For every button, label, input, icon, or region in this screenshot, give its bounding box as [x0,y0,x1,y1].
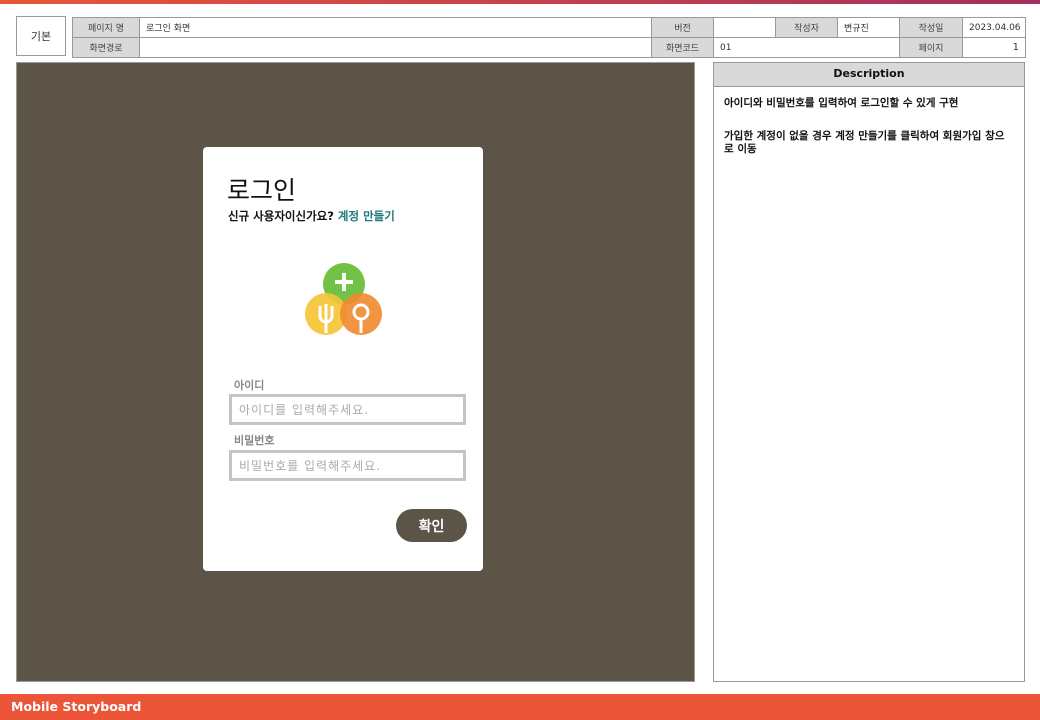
description-line: 아이디와 비밀번호를 입력하여 로그인할 수 있게 구현 [724,97,959,109]
path-label: 화면경로 [72,37,140,58]
password-label: 비밀번호 [234,434,275,447]
description-panel: Description 아이디와 비밀번호를 입력하여 로그인할 수 있게 구현… [713,62,1025,682]
id-input[interactable] [229,394,466,425]
top-accent-bar [0,0,1040,4]
page-label: 페이지 [899,37,963,58]
author-label: 작성자 [775,17,838,38]
author-value: 변규진 [837,17,900,38]
signup-row: 신규 사용자이신가요? 계정 만들기 [228,208,395,224]
page-name-label: 페이지 명 [72,17,140,38]
doc-kind: 기본 [16,16,66,56]
password-input[interactable] [229,450,466,481]
description-body: 아이디와 비밀번호를 입력하여 로그인할 수 있게 구현 가입한 계정이 없을 … [714,87,1024,186]
version-value [713,17,776,38]
page-name-value: 로그인 화면 [139,17,652,38]
mobile-screen-canvas: 로그인 신규 사용자이신가요? 계정 만들기 아이디 비밀번호 확인 [16,62,695,682]
storyboard-footer: Mobile Storyboard [0,694,1040,720]
login-card: 로그인 신규 사용자이신가요? 계정 만들기 아이디 비밀번호 확인 [203,147,483,571]
description-title: Description [714,63,1024,87]
fork-spoon-plus-logo-icon [305,263,382,335]
doc-meta-table: 페이지 명 로그인 화면 버전 작성자 변규진 작성일 2023.04.06 화… [72,17,1026,58]
confirm-button[interactable]: 확인 [396,509,467,542]
id-label: 아이디 [234,379,265,392]
path-value [139,37,652,58]
version-label: 버전 [651,17,714,38]
page-number: 1 [962,37,1026,58]
screen-code-label: 화면코드 [651,37,714,58]
date-value: 2023.04.06 [962,17,1026,38]
signup-prompt: 신규 사용자이신가요? [228,209,334,223]
login-title: 로그인 [227,176,297,205]
description-line: 가입한 계정이 없을 경우 계정 만들기를 클릭하여 회원가입 창으로 이동 [724,130,1005,155]
create-account-link[interactable]: 계정 만들기 [338,209,395,223]
screen-code-value: 01 [713,37,900,58]
date-label: 작성일 [899,17,963,38]
